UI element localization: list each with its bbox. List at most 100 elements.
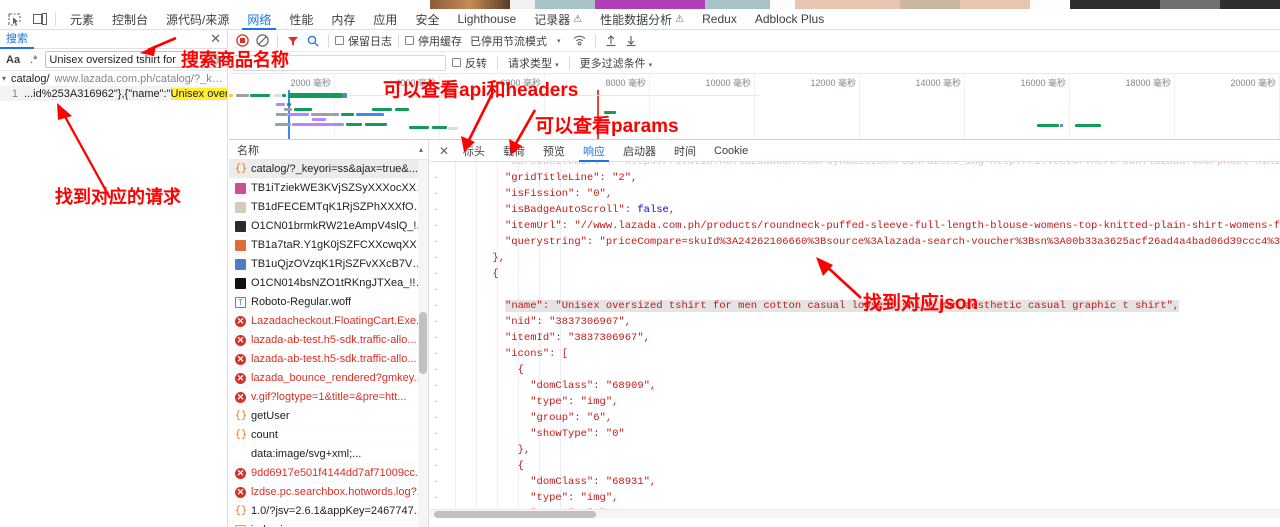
toolbar-divider [497, 55, 498, 70]
fold-marker: - [433, 301, 439, 311]
checkbox-box[interactable] [335, 36, 344, 45]
checkbox-box[interactable] [452, 58, 461, 67]
chevron-down-icon[interactable]: ▾ [555, 62, 559, 69]
invert-filter-checkbox[interactable]: 反转 [452, 55, 487, 71]
request-row[interactable]: data:image/svg+xml;... [229, 445, 428, 464]
request-row[interactable]: {} 1.0/?jsv=2.6.1&appKey=2467747... [229, 502, 428, 521]
timeline-bar [275, 123, 291, 126]
timeline-bar [346, 123, 362, 126]
request-name: Roboto-Regular.woff [251, 296, 352, 308]
search-icon[interactable] [304, 32, 322, 50]
request-name: TB1iTziekWE3KVjSZSyXXXocXXa-... [251, 182, 428, 194]
tab-redux[interactable]: Redux [693, 9, 746, 30]
tab-recorder[interactable]: 记录器 ⚠ [525, 9, 591, 30]
response-code-view[interactable]: - "barcodeItemUrl": "https://static.na.l… [430, 162, 1280, 518]
tab-preview[interactable]: 预览 [534, 140, 574, 162]
request-row[interactable]: {} catalog/?_keyori=ss&ajax=true&... [229, 160, 428, 179]
disable-cache-checkbox[interactable]: 停用缓存 [405, 33, 462, 49]
preserve-log-checkbox[interactable]: 保留日志 [335, 33, 392, 49]
request-type-select[interactable]: 请求类型 ▾ [508, 55, 559, 71]
request-row[interactable]: ✕ lazada-ab-test.h5-sdk.traffic-allo... [229, 350, 428, 369]
tab-application[interactable]: 应用 [364, 9, 406, 30]
request-row[interactable]: TB1a7taR.Y1gK0jSZFCXXcwqXXa-... [229, 236, 428, 255]
tab-payload[interactable]: 载荷 [494, 140, 534, 162]
search-result-group[interactable]: ▾ catalog/ www.lazada.com.ph/catalog/?_k… [0, 71, 227, 86]
match-case-toggle[interactable]: Aa [4, 54, 22, 66]
tab-lighthouse[interactable]: Lighthouse [448, 9, 525, 30]
tab-security[interactable]: 安全 [406, 9, 448, 30]
scrollbar-thumb[interactable] [419, 312, 427, 374]
close-icon[interactable]: ✕ [210, 32, 221, 46]
tab-sources[interactable]: 源代码/来源 [157, 9, 238, 30]
request-row[interactable]: O1CN014bsNZO1tRKngJTXea_!!6... [229, 274, 428, 293]
sort-ascending-icon[interactable]: ▴ [419, 145, 423, 154]
device-toolbar-icon[interactable] [29, 10, 50, 29]
timeline-tick-label: 8000 毫秒 [605, 78, 646, 88]
search-result-row[interactable]: 1 ...id%253A316962"},{"name":"Unisex ove… [0, 86, 227, 101]
toolbar-divider [328, 33, 329, 48]
more-filters-select[interactable]: 更多过滤条件 ▾ [580, 55, 653, 71]
request-row[interactable]: </>index.js [229, 521, 428, 527]
fold-marker: - [433, 221, 439, 231]
fold-marker: - [433, 445, 439, 455]
request-row[interactable]: O1CN01brmkRW21eAmpV4slQ_!... [229, 217, 428, 236]
fold-marker: - [433, 461, 439, 471]
timeline-bar [1037, 124, 1059, 127]
chevron-down-icon[interactable]: ▾ [2, 74, 6, 83]
tab-performance-insights[interactable]: 性能数据分析 ⚠ [591, 9, 693, 30]
timeline-tick-label: 20000 毫秒 [1230, 78, 1276, 88]
tab-console[interactable]: 控制台 [103, 9, 157, 30]
import-har-icon[interactable] [602, 32, 620, 50]
timeline-tick-label: 10000 毫秒 [705, 78, 751, 88]
request-row[interactable]: ✕ lazada_bounce_rendered?gmkey... [229, 369, 428, 388]
timeline-bar [356, 113, 384, 116]
tab-network[interactable]: 网络 [238, 9, 280, 30]
scrollbar-thumb[interactable] [434, 511, 596, 518]
request-row[interactable]: ✕ lzdse.pc.searchbox.hotwords.log?... [229, 483, 428, 502]
request-row[interactable]: ✕ 9dd6917e501f4144dd7af71009cc... [229, 464, 428, 483]
tab-label: 源代码/来源 [166, 12, 230, 27]
timeline-bar [274, 94, 281, 97]
error-icon: ✕ [235, 353, 246, 365]
tab-cookies[interactable]: Cookie [705, 140, 757, 162]
tab-adblock-plus[interactable]: Adblock Plus [746, 9, 833, 30]
request-row[interactable]: T Roboto-Regular.woff [229, 293, 428, 312]
request-row[interactable]: ✕ Lazadacheckout.FloatingCart.Exe... [229, 312, 428, 331]
request-row[interactable]: TB1uQjzOVzqK1RjSZFvXXcB7VXa... [229, 255, 428, 274]
request-row[interactable]: ✕ v.gif?logtype=1&title=&pre=htt... [229, 388, 428, 407]
search-pane-title[interactable]: 搜索 [0, 30, 34, 49]
checkbox-box[interactable] [405, 36, 414, 45]
tab-response[interactable]: 响应 [574, 140, 614, 162]
request-row[interactable]: {} getUser [229, 407, 428, 426]
regex-toggle[interactable]: .* [28, 54, 39, 66]
code-horizontal-scrollbar[interactable] [430, 509, 1280, 518]
code-line: - "group": "6", [433, 412, 613, 424]
chevron-down-icon[interactable]: ▾ [649, 62, 653, 69]
tab-memory[interactable]: 内存 [322, 9, 364, 30]
network-filter-row: 反转 请求类型 ▾ 更多过滤条件 ▾ [229, 52, 1280, 74]
tab-timing[interactable]: 时间 [665, 140, 705, 162]
export-har-icon[interactable] [622, 32, 640, 50]
tab-initiator[interactable]: 启动器 [614, 140, 665, 162]
request-row[interactable]: {} count [229, 426, 428, 445]
request-detail-panel: ✕ 标头 载荷 预览 响应 启动器 时间 Cookie - "barcodeIt… [430, 140, 1280, 527]
request-row[interactable]: ✕ lazada-ab-test.h5-sdk.traffic-allo... [229, 331, 428, 350]
request-row[interactable]: TB1dFECEMTqK1RjSZPhXXXfOFX... [229, 198, 428, 217]
more-filters-label: 更多过滤条件 [579, 57, 646, 70]
network-conditions-icon[interactable] [571, 32, 589, 50]
tab-elements[interactable]: 元素 [61, 9, 103, 30]
tab-headers[interactable]: 标头 [454, 140, 494, 162]
request-row[interactable]: TB1iTziekWE3KVjSZSyXXXocXXa-... [229, 179, 428, 198]
request-list-scrollbar[interactable] [418, 160, 428, 527]
search-result-text: ...id%253A316962"},{"name":"Unisex overs… [24, 87, 227, 100]
code-line: - "icons": [ [433, 348, 569, 360]
timeline-bar [1060, 124, 1063, 127]
tab-performance[interactable]: 性能 [280, 9, 322, 30]
inspect-element-icon[interactable] [4, 10, 25, 29]
column-header-name[interactable]: 名称 [237, 142, 259, 158]
throttling-select[interactable]: 已停用节流模式 [470, 33, 547, 49]
image-icon [235, 258, 246, 270]
chevron-down-icon[interactable]: ▾ [557, 37, 561, 45]
close-icon[interactable]: ✕ [434, 144, 454, 158]
timeline-tick-label: 2000 毫秒 [290, 78, 331, 88]
